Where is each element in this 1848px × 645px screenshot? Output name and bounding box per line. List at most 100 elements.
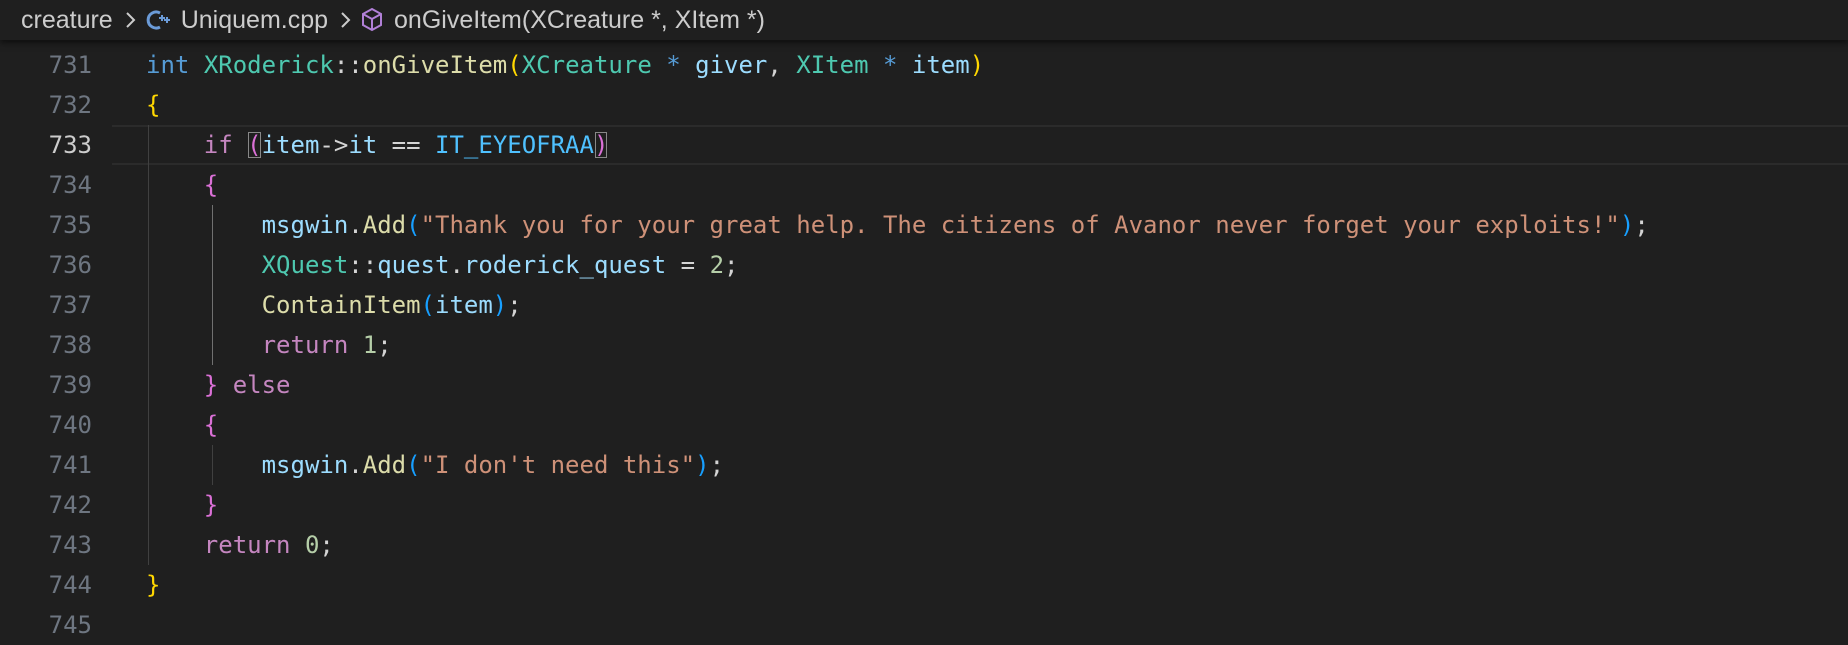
line-number: 732 bbox=[48, 91, 92, 119]
line-number: 735 bbox=[48, 211, 92, 239]
code-token: item bbox=[261, 131, 320, 159]
line-number: 733 bbox=[48, 131, 92, 159]
code-token: it bbox=[348, 131, 378, 159]
code-token: XCreature bbox=[521, 51, 652, 79]
breadcrumb: creature Uniquem.cpp onGiveItem(XCreatur… bbox=[0, 0, 1848, 40]
code-token: ; bbox=[709, 451, 725, 479]
code-token: return bbox=[203, 531, 291, 559]
line-number: 738 bbox=[48, 331, 92, 359]
breadcrumb-file-label: Uniquem.cpp bbox=[180, 5, 329, 34]
code-token: , bbox=[767, 51, 797, 79]
line-number: 739 bbox=[48, 371, 92, 399]
code-line[interactable]: } else bbox=[146, 365, 291, 405]
code-line[interactable]: return 0; bbox=[146, 525, 334, 565]
code-token: { bbox=[203, 171, 219, 199]
breadcrumb-symbol[interactable]: onGiveItem(XCreature *, XItem *) bbox=[360, 6, 765, 35]
code-line[interactable]: return 1; bbox=[146, 325, 392, 365]
code-line[interactable]: } bbox=[146, 485, 218, 525]
code-line[interactable]: { bbox=[146, 165, 218, 205]
code-token: ( bbox=[406, 211, 421, 239]
code-token: 0 bbox=[304, 531, 320, 559]
code-line[interactable]: } bbox=[146, 565, 160, 605]
code-token: { bbox=[203, 411, 219, 439]
line-number: 743 bbox=[48, 531, 92, 559]
line-number: 731 bbox=[48, 51, 92, 79]
code-line[interactable]: XQuest::quest.roderick_quest = 2; bbox=[146, 245, 739, 285]
code-token: "I don't need this" bbox=[420, 451, 696, 479]
code-token: == bbox=[377, 131, 436, 159]
code-token: } bbox=[203, 491, 219, 519]
line-number: 744 bbox=[48, 571, 92, 599]
code-token: XQuest bbox=[261, 251, 349, 279]
breadcrumb-folder-label: creature bbox=[21, 5, 113, 34]
cpp-file-icon bbox=[145, 8, 171, 32]
code-token: { bbox=[146, 91, 161, 119]
code-token: XRoderick bbox=[203, 51, 334, 79]
code-line[interactable]: { bbox=[146, 85, 160, 125]
code-token: ( bbox=[507, 51, 522, 79]
code-token: ( bbox=[420, 291, 435, 319]
chevron-right-icon bbox=[340, 11, 352, 29]
code-token: item bbox=[911, 51, 970, 79]
code-token: ) bbox=[492, 291, 508, 319]
breadcrumb-symbol-label: onGiveItem(XCreature *, XItem *) bbox=[394, 5, 765, 34]
code-line[interactable]: msgwin.Add("Thank you for your great hel… bbox=[146, 205, 1649, 245]
line-number: 742 bbox=[48, 491, 92, 519]
breadcrumb-file[interactable]: Uniquem.cpp bbox=[145, 6, 328, 35]
code-line[interactable]: msgwin.Add("I don't need this"); bbox=[146, 445, 724, 485]
line-number: 736 bbox=[48, 251, 92, 279]
code-token: ; bbox=[507, 291, 522, 319]
code-token: ) bbox=[593, 131, 609, 159]
code-token: XItem bbox=[796, 51, 869, 79]
method-cube-icon bbox=[360, 7, 384, 33]
code-token: item bbox=[435, 291, 493, 319]
code-line[interactable]: ContainItem(item); bbox=[146, 285, 522, 325]
code-token: * bbox=[666, 51, 681, 79]
code-token: 2 bbox=[709, 251, 725, 279]
line-number: 741 bbox=[48, 451, 92, 479]
breadcrumb-folder[interactable]: creature bbox=[21, 6, 113, 35]
code-token: } bbox=[146, 571, 161, 599]
code-token: ) bbox=[1619, 211, 1635, 239]
code-token: "Thank you for your great help. The citi… bbox=[420, 211, 1620, 239]
code-line[interactable]: int XRoderick::onGiveItem(XCreature * gi… bbox=[146, 45, 984, 85]
code-token: ( bbox=[406, 451, 421, 479]
line-number: 745 bbox=[48, 611, 92, 639]
code-token: } bbox=[203, 371, 219, 399]
line-number: 734 bbox=[48, 171, 92, 199]
code-token: ; bbox=[1634, 211, 1649, 239]
code-token: if bbox=[203, 131, 233, 159]
code-token: :: bbox=[333, 51, 363, 79]
code-token: ; bbox=[319, 531, 334, 559]
code-line[interactable]: if (item->it == IT_EYEOFRAA) bbox=[146, 125, 609, 165]
code-token: -> bbox=[319, 131, 349, 159]
code-token: = bbox=[666, 251, 710, 279]
line-number: 740 bbox=[48, 411, 92, 439]
line-number: 737 bbox=[48, 291, 92, 319]
code-token: 1 bbox=[362, 331, 378, 359]
code-line[interactable]: { bbox=[146, 405, 218, 445]
code-token: Add bbox=[362, 211, 407, 239]
code-token: IT_EYEOFRAA bbox=[435, 131, 594, 159]
chevron-right-icon bbox=[125, 11, 137, 29]
code-token: . bbox=[348, 211, 363, 239]
code-token: ; bbox=[724, 251, 739, 279]
code-token: else bbox=[232, 371, 291, 399]
